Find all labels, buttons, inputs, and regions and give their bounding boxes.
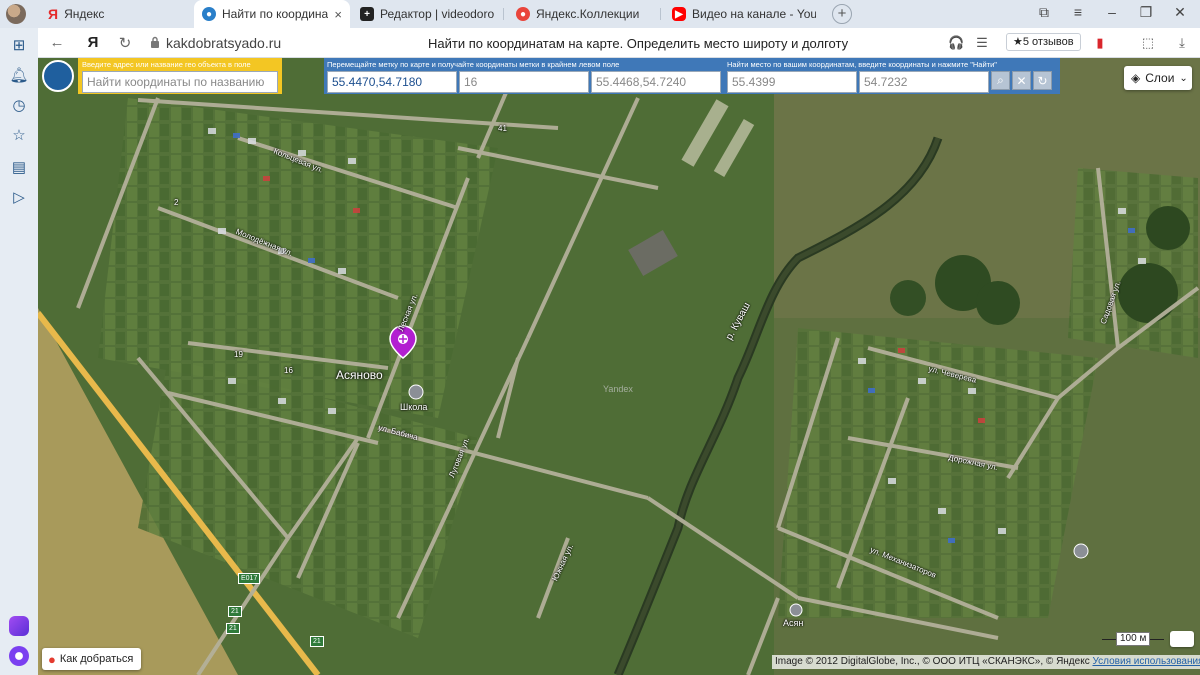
chevron-down-icon: ⌄ [1179,72,1188,84]
services-grid-icon[interactable]: ⊞ [9,36,29,56]
reviews-badge[interactable]: ★5 отзывов [1006,33,1081,51]
find-by-coords-panel: Найти место по вашим координатам, введит… [724,58,1060,94]
tab-bar: Я Яндекс ● Найти по координатам на × + Р… [0,0,1200,28]
close-window-icon[interactable]: ✕ [1170,4,1190,21]
latitude-input[interactable] [727,71,857,93]
lock-icon[interactable] [150,36,160,48]
notes-icon[interactable]: ▤ [9,158,29,178]
yandex-home-icon[interactable]: Я [84,34,102,51]
tab-separator [660,8,661,20]
close-icon: ✕ [1016,73,1027,88]
tab-label: Видео на канале - YouTub [692,7,816,21]
village-label: Асяново [336,368,383,382]
refresh-icon: ↻ [1037,73,1048,88]
youtube-icon: ▶ [672,7,686,21]
tab-collections[interactable]: ● Яндекс.Коллекции [508,0,658,28]
find-panel-label: Найти место по вашим координатам, введит… [727,60,997,69]
alice-voice-icon[interactable] [9,646,29,666]
house-number: 41 [498,124,507,133]
extensions-icon[interactable]: ⬚ [1140,35,1156,51]
find-search-button[interactable]: ⌕ [991,71,1010,90]
url-field[interactable]: kakdobratsyado.ru [166,35,281,51]
bookmark-icon[interactable]: ▮ [1092,35,1108,51]
tab-editor[interactable]: + Редактор | videodorogross [352,0,502,28]
tab-label: Найти по координатам на [222,7,328,21]
terms-of-use-link[interactable]: Условия использования [1092,656,1200,667]
downloads-icon[interactable]: ⤓ [1174,35,1190,51]
tab-label: Яндекс.Коллекции [536,7,640,21]
address-bar: ← Я ↻ kakdobratsyado.ru Найти по координ… [0,28,1200,58]
layers-button[interactable]: ◈ Слои ⌄ [1124,66,1192,90]
map-scale: 100 м [1102,632,1164,646]
history-clock-icon[interactable]: ◷ [9,96,29,116]
globe-icon: ● [202,7,216,21]
reader-mode-icon[interactable]: ☰ [974,35,990,51]
back-arrow-icon[interactable]: ← [48,34,66,51]
headphones-icon[interactable]: 🎧 [948,35,964,51]
layers-icon: ◈ [1131,71,1141,85]
move-panel-label: Перемещайте метку по карте и получайте к… [327,60,620,69]
alice-assistant-icon[interactable] [9,616,29,636]
notifications-bell-icon[interactable]: 🔔︎ [9,66,29,86]
clear-button[interactable]: ✕ [1012,71,1031,90]
restore-icon[interactable]: ❐ [1136,4,1156,21]
layers-label: Слои [1145,71,1175,85]
profile-avatar[interactable] [6,4,26,24]
tab-label: Редактор | videodorogross [380,7,494,21]
scale-label: 100 м [1116,632,1151,646]
yandex-y-icon: Я [48,6,59,22]
road-badge-21: 21 [310,636,324,647]
marker-coords-input[interactable] [327,71,457,93]
map-pin-icon: ● [48,651,56,667]
collections-icon: ● [516,7,530,21]
tab-yandex[interactable]: Я Яндекс [40,0,190,28]
tab-coordinates[interactable]: ● Найти по координатам на × [194,0,350,28]
tab-separator [503,8,504,20]
new-tab-button[interactable]: + [832,4,852,24]
tab-label: Яндекс [64,7,105,21]
search-panel-label: Введите адрес или название гео объекта в… [82,60,251,69]
plus-square-icon: + [360,7,374,21]
ruler-icon[interactable] [1170,631,1194,647]
school-label: Школа [400,402,428,412]
house-number: 2 [174,198,179,207]
road-badge-21: 21 [228,606,242,617]
map-imagery [38,58,1200,675]
longitude-input[interactable] [859,71,989,93]
directions-label: Как добраться [59,653,134,665]
menu-icon[interactable]: ≡ [1068,4,1088,20]
browser-sidebar: ⊞ 🔔︎ ◷ ☆ ▤ ▷ [0,28,38,675]
minimize-icon[interactable]: – [1102,4,1122,20]
move-marker-panel: Перемещайте метку по карте и получайте к… [324,58,724,94]
site-logo-icon[interactable] [42,60,74,92]
search-panel: Введите адрес или название гео объекта в… [78,58,282,94]
directions-button[interactable]: ● Как добраться [42,648,142,670]
top-left-coords-input[interactable] [591,71,721,93]
map-copyright: Image © 2012 DigitalGlobe, Inc., © ООО И… [772,655,1200,669]
road-badge-21: 21 [226,623,240,634]
house-number: 16 [284,366,293,375]
search-by-name-input[interactable] [82,71,278,93]
yandex-watermark: Yandex [603,384,633,394]
close-tab-icon[interactable]: × [334,7,342,22]
copyright-text: Image © 2012 DigitalGlobe, Inc., © ООО И… [775,656,1090,667]
magnifier-icon: ⌕ [997,73,1004,87]
satellite-map[interactable]: Кольцевая ул. Молодёжная ул. ул. Бабича … [38,58,1200,675]
play-circle-icon[interactable]: ▷ [9,188,29,208]
reload-icon[interactable]: ↻ [116,34,134,52]
house-number: 19 [234,350,243,359]
zoom-level-input[interactable] [459,71,589,93]
tab-youtube[interactable]: ▶ Видео на канале - YouTub [664,0,824,28]
favorites-star-icon[interactable]: ☆ [9,126,29,146]
village-label-2: Асян [783,618,804,628]
page-title: Найти по координатам на карте. Определит… [428,36,849,51]
refresh-button[interactable]: ↻ [1033,71,1052,90]
road-badge-e017: E017 [238,573,261,584]
collections-window-icon[interactable]: ⧉ [1034,4,1054,21]
